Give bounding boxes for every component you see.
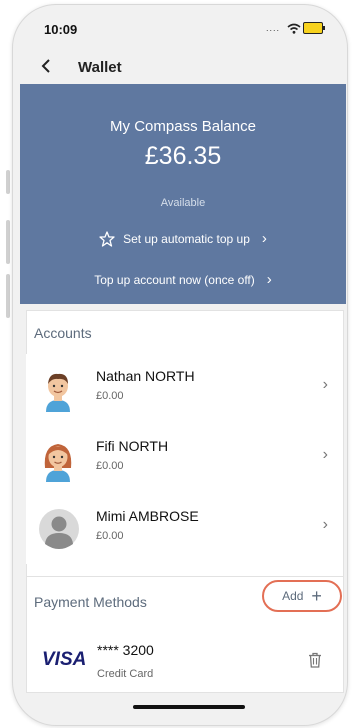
volume-down-button [6, 274, 10, 318]
battery-charging-icon [303, 22, 325, 34]
balance-label: My Compass Balance [110, 118, 256, 135]
mute-switch [6, 170, 10, 194]
app-screen: 10:09 .... Wallet My Compass Balance £36… [20, 12, 346, 712]
balance-amount: £36.35 [144, 142, 222, 170]
chevron-left-icon[interactable] [40, 57, 52, 81]
once-off-top-up-button[interactable]: Top up account now (once off) › [20, 271, 346, 288]
default-person-avatar-icon [38, 508, 79, 549]
wifi-icon [287, 21, 301, 39]
account-balance: £0.00 [96, 530, 124, 542]
balance-availability: Available [160, 197, 206, 209]
volume-up-button [6, 220, 10, 264]
visa-logo: VISA [42, 649, 87, 670]
account-name: Nathan NORTH [96, 368, 195, 384]
add-payment-method-button[interactable]: Add + [262, 580, 342, 612]
signal-dots: .... [266, 23, 281, 33]
account-balance: £0.00 [96, 390, 124, 402]
nav-bar: Wallet [20, 52, 346, 84]
chevron-right-icon: › [322, 376, 328, 393]
account-row-nathan[interactable]: Nathan NORTH £0.00 › [26, 354, 342, 425]
page-title: Wallet [78, 59, 122, 76]
status-bar: 10:09 .... [20, 12, 346, 40]
auto-top-up-label: Set up automatic top up [123, 231, 250, 246]
payment-methods-heading: Payment Methods [34, 594, 147, 610]
balance-card: My Compass Balance £36.35 Available Set … [20, 84, 346, 304]
card-type: Credit Card [97, 668, 154, 680]
account-name: Fifi NORTH [96, 438, 169, 454]
star-icon [99, 230, 115, 247]
add-label: Add [282, 589, 304, 603]
home-indicator[interactable] [133, 705, 245, 709]
status-time: 10:09 [44, 22, 78, 37]
chevron-right-icon: › [322, 446, 328, 463]
card-number: **** 3200 [97, 642, 154, 658]
chevron-right-icon: › [322, 516, 328, 533]
girl-avatar-icon [38, 438, 78, 482]
accounts-heading: Accounts [34, 325, 92, 341]
chevron-right-icon: › [266, 271, 272, 288]
account-name: Mimi AMBROSE [96, 508, 199, 524]
boy-avatar-icon [38, 368, 78, 412]
trash-icon[interactable] [308, 652, 322, 673]
auto-top-up-button[interactable]: Set up automatic top up › [20, 230, 346, 247]
account-row-fifi[interactable]: Fifi NORTH £0.00 › [26, 424, 342, 495]
account-row-mimi[interactable]: Mimi AMBROSE £0.00 › [26, 494, 342, 564]
account-balance: £0.00 [96, 460, 124, 472]
plus-icon: + [311, 585, 322, 606]
chevron-right-icon: › [261, 230, 267, 247]
once-off-top-up-label: Top up account now (once off) [94, 272, 255, 287]
